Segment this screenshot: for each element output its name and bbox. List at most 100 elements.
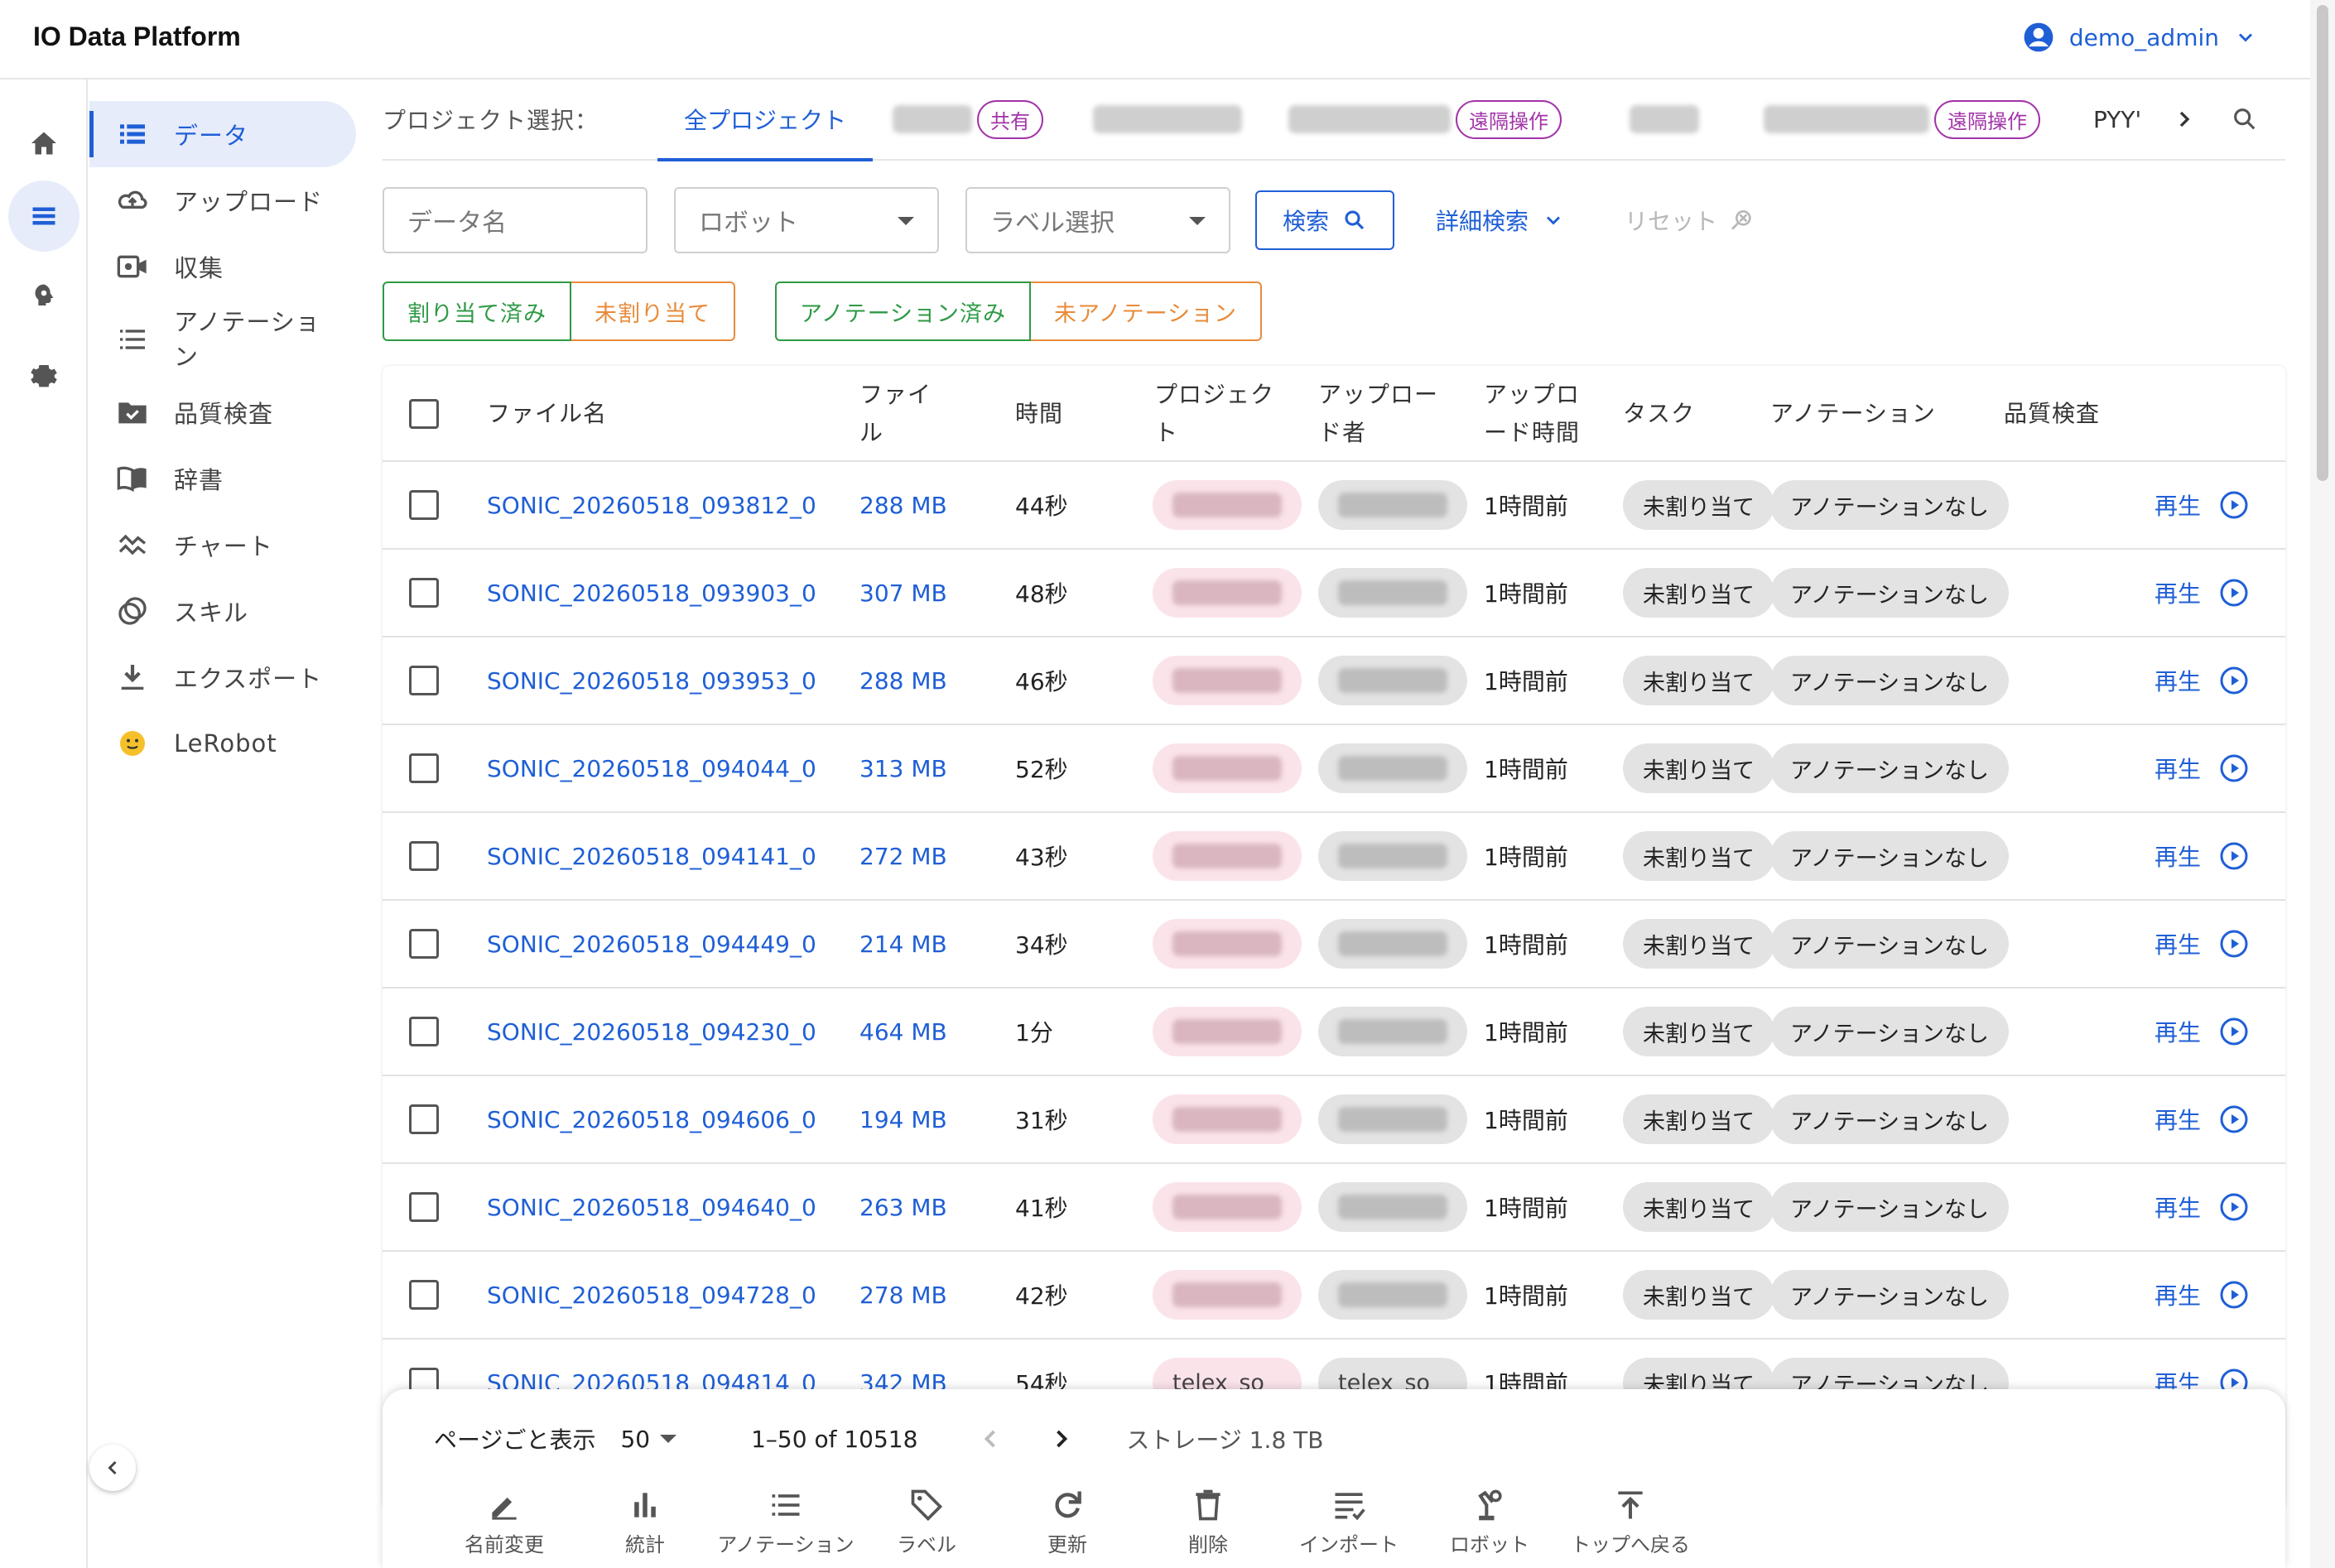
- chevron-right-icon[interactable]: [2171, 106, 2198, 132]
- row-checkbox[interactable]: [409, 578, 439, 608]
- column-header-upload-time[interactable]: アップロ ード時間: [1484, 366, 1580, 462]
- unassigned-filter-button[interactable]: 未割り当て: [571, 281, 735, 341]
- project-tab[interactable]: [1630, 105, 1700, 133]
- sidebar-item-annotation[interactable]: アノテーション: [89, 300, 356, 379]
- column-header-task[interactable]: タスク: [1623, 366, 1695, 462]
- search-button[interactable]: 検索: [1255, 190, 1394, 250]
- robot-button[interactable]: ロボット: [1419, 1487, 1560, 1557]
- delete-button[interactable]: 削除: [1138, 1487, 1278, 1557]
- table-row[interactable]: SONIC_20260518_094230_0 464 MB 1分 1時間前 未…: [383, 988, 2285, 1076]
- row-checkbox[interactable]: [409, 666, 439, 695]
- row-checkbox[interactable]: [409, 490, 439, 520]
- file-size[interactable]: 307 MB: [859, 550, 947, 636]
- sidebar-item-upload[interactable]: アップロード: [89, 167, 356, 233]
- not-annotated-filter-button[interactable]: 未アノテーション: [1031, 281, 1263, 341]
- file-size[interactable]: 278 MB: [859, 1252, 947, 1338]
- play-button[interactable]: 再生: [2154, 988, 2249, 1075]
- table-row[interactable]: SONIC_20260518_094141_0 272 MB 43秒 1時間前 …: [383, 813, 2285, 901]
- column-header-project[interactable]: プロジェク ト: [1154, 366, 1274, 462]
- sidebar-item-data[interactable]: データ: [89, 101, 356, 167]
- sidebar-item-collect[interactable]: 収集: [89, 233, 356, 300]
- sidebar-item-dictionary[interactable]: 辞書: [89, 445, 356, 512]
- rail-brain-button[interactable]: [8, 260, 79, 331]
- file-name-link[interactable]: SONIC_20260518_094640_0: [487, 1164, 816, 1250]
- file-name-link[interactable]: SONIC_20260518_093812_0: [487, 462, 816, 548]
- project-tab[interactable]: 共有: [893, 99, 1044, 139]
- file-name-link[interactable]: SONIC_20260518_093953_0: [487, 637, 816, 724]
- table-row[interactable]: SONIC_20260518_094044_0 313 MB 52秒 1時間前 …: [383, 725, 2285, 813]
- annotated-filter-button[interactable]: アノテーション済み: [775, 281, 1032, 341]
- rename-button[interactable]: 名前変更: [434, 1487, 575, 1557]
- sidebar-item-lerobot[interactable]: LeRobot: [89, 710, 356, 777]
- project-tab[interactable]: 遠隔操作: [1764, 99, 2041, 139]
- rail-data-button[interactable]: [8, 180, 79, 252]
- row-checkbox[interactable]: [409, 841, 439, 871]
- statistics-button[interactable]: 統計: [575, 1487, 715, 1557]
- rail-settings-button[interactable]: [8, 339, 79, 411]
- rail-home-button[interactable]: [8, 108, 79, 179]
- file-size[interactable]: 194 MB: [859, 1076, 947, 1162]
- table-row[interactable]: SONIC_20260518_093812_0 288 MB 44秒 1時間前 …: [383, 462, 2285, 550]
- play-button[interactable]: 再生: [2154, 637, 2249, 724]
- file-name-link[interactable]: SONIC_20260518_094606_0: [487, 1076, 816, 1162]
- advanced-search-toggle[interactable]: 詳細検索: [1436, 187, 1565, 253]
- file-size[interactable]: 464 MB: [859, 988, 947, 1075]
- previous-page-icon[interactable]: [975, 1424, 1005, 1454]
- play-button[interactable]: 再生: [2154, 1076, 2249, 1162]
- file-size[interactable]: 313 MB: [859, 725, 947, 811]
- sidebar-item-skills[interactable]: スキル: [89, 578, 356, 644]
- table-row[interactable]: SONIC_20260518_094449_0 214 MB 34秒 1時間前 …: [383, 901, 2285, 988]
- select-all-checkbox[interactable]: [409, 399, 439, 429]
- project-tab-partial[interactable]: PYY': [2093, 106, 2141, 133]
- row-checkbox[interactable]: [409, 1017, 439, 1046]
- search-icon[interactable]: [2231, 105, 2259, 133]
- project-tab[interactable]: 遠隔操作: [1288, 99, 1562, 139]
- import-button[interactable]: インポート: [1278, 1487, 1419, 1557]
- row-checkbox[interactable]: [409, 929, 439, 959]
- column-header-qc[interactable]: 品質検査: [2004, 366, 2100, 462]
- column-header-file[interactable]: ファイル名: [487, 366, 607, 462]
- file-name-link[interactable]: SONIC_20260518_094230_0: [487, 988, 816, 1075]
- label-select[interactable]: ラベル選択: [965, 187, 1230, 253]
- play-button[interactable]: 再生: [2154, 1252, 2249, 1338]
- robot-select[interactable]: ロボット: [674, 187, 939, 253]
- per-page-select[interactable]: 50: [620, 1426, 677, 1453]
- sidebar-item-export[interactable]: エクスポート: [89, 644, 356, 710]
- next-page-icon[interactable]: [1047, 1424, 1076, 1454]
- scrollbar-thumb[interactable]: [2317, 5, 2328, 481]
- column-header-time[interactable]: 時間: [1015, 366, 1063, 462]
- table-row[interactable]: SONIC_20260518_094728_0 278 MB 42秒 1時間前 …: [383, 1252, 2285, 1340]
- file-name-link[interactable]: SONIC_20260518_094728_0: [487, 1252, 816, 1338]
- table-row[interactable]: SONIC_20260518_094606_0 194 MB 31秒 1時間前 …: [383, 1076, 2285, 1164]
- file-size[interactable]: 288 MB: [859, 637, 947, 724]
- refresh-button[interactable]: 更新: [997, 1487, 1138, 1557]
- column-header-annotation[interactable]: アノテーション: [1770, 366, 1936, 462]
- row-checkbox[interactable]: [409, 753, 439, 783]
- file-name-link[interactable]: SONIC_20260518_094141_0: [487, 813, 816, 899]
- column-header-uploader[interactable]: アップロー ド者: [1318, 366, 1438, 462]
- project-tab[interactable]: [1093, 105, 1243, 133]
- row-checkbox[interactable]: [409, 1104, 439, 1134]
- sidebar-item-quality[interactable]: 品質検査: [89, 379, 356, 445]
- row-checkbox[interactable]: [409, 1280, 439, 1310]
- tab-all-projects[interactable]: 全プロジェクト: [657, 79, 874, 161]
- row-checkbox[interactable]: [409, 1192, 439, 1222]
- column-header-size[interactable]: ファイ ル: [859, 366, 932, 462]
- play-button[interactable]: 再生: [2154, 725, 2249, 811]
- table-row[interactable]: SONIC_20260518_093953_0 288 MB 46秒 1時間前 …: [383, 637, 2285, 725]
- play-button[interactable]: 再生: [2154, 813, 2249, 899]
- file-size[interactable]: 288 MB: [859, 462, 947, 548]
- assigned-filter-button[interactable]: 割り当て済み: [383, 281, 571, 341]
- table-row[interactable]: SONIC_20260518_094640_0 263 MB 41秒 1時間前 …: [383, 1164, 2285, 1252]
- sidebar-item-chart[interactable]: チャート: [89, 512, 356, 578]
- user-menu[interactable]: demo_admin: [2023, 22, 2257, 53]
- file-name-link[interactable]: SONIC_20260518_094449_0: [487, 901, 816, 987]
- play-button[interactable]: 再生: [2154, 462, 2249, 548]
- file-size[interactable]: 214 MB: [859, 901, 947, 987]
- collapse-sidebar-button[interactable]: [89, 1445, 136, 1491]
- page-scrollbar[interactable]: [2310, 0, 2335, 1568]
- play-button[interactable]: 再生: [2154, 1164, 2249, 1250]
- file-size[interactable]: 263 MB: [859, 1164, 947, 1250]
- play-button[interactable]: 再生: [2154, 550, 2249, 636]
- play-button[interactable]: 再生: [2154, 901, 2249, 987]
